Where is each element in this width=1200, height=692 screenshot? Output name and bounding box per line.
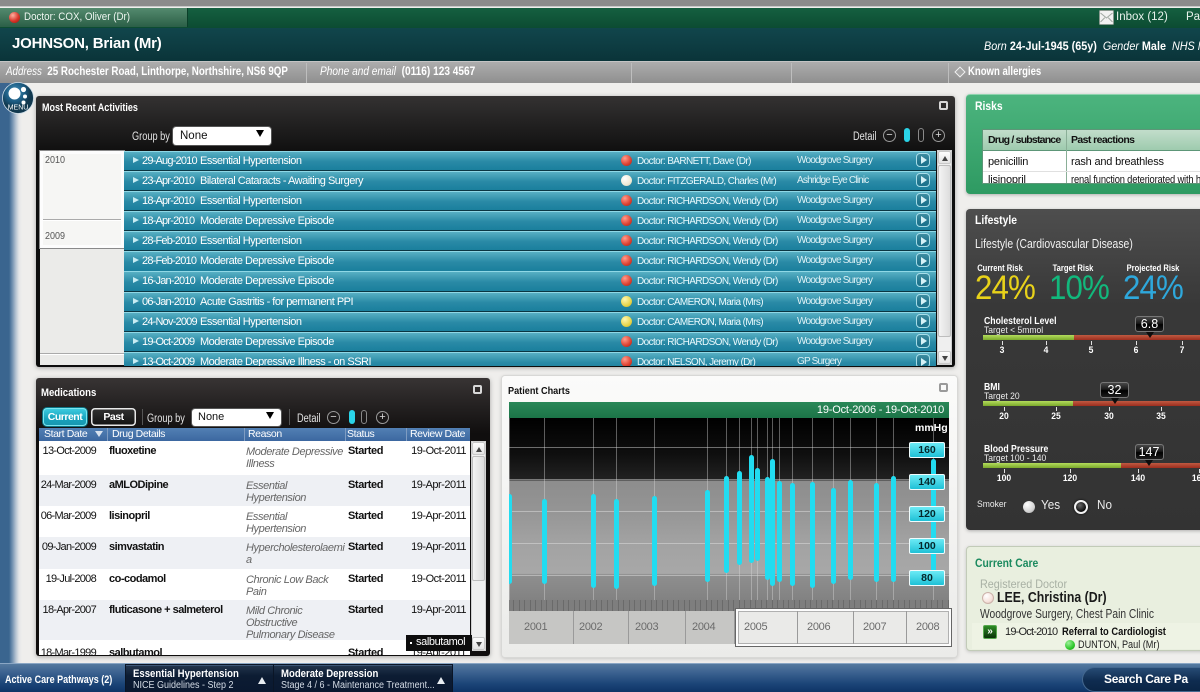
svg-text:MENU: MENU [8,105,29,112]
